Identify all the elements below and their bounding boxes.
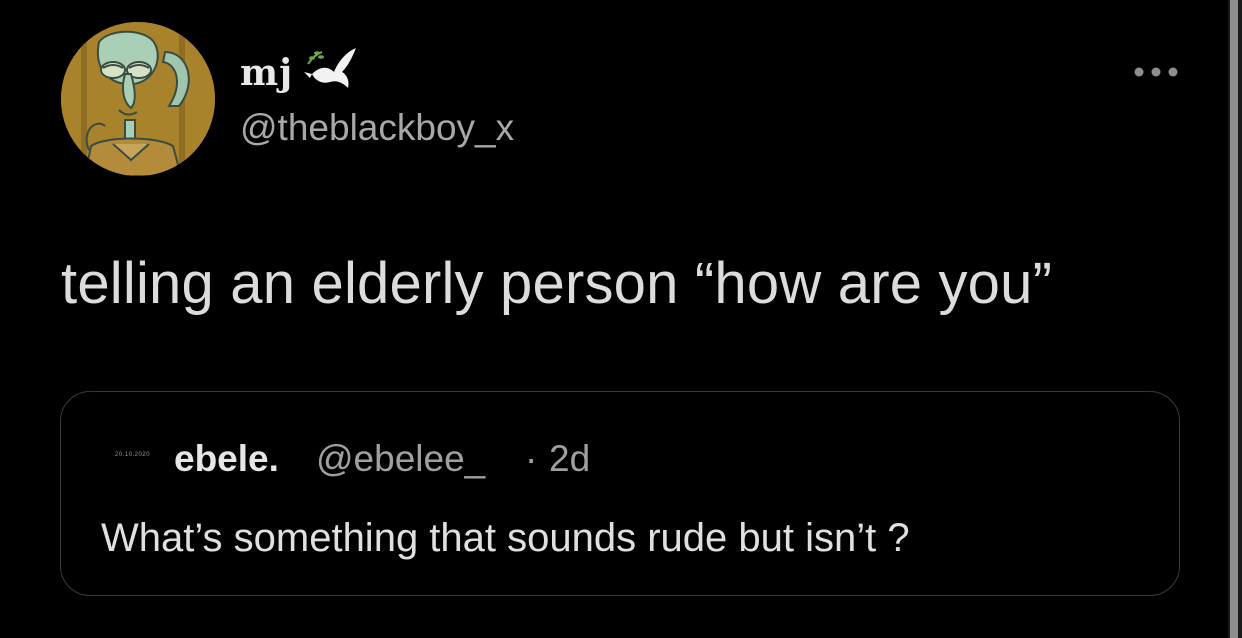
dove-icon (304, 48, 356, 88)
author-avatar[interactable] (61, 22, 215, 176)
tweet-body: telling an elderly person “how are you” (61, 251, 1053, 316)
scrollbar-track[interactable] (1228, 0, 1242, 638)
quoted-author-avatar[interactable]: 20.10.2020 (115, 452, 150, 458)
scrollbar-thumb[interactable] (1230, 0, 1238, 638)
quoted-timestamp[interactable]: 2d (549, 438, 590, 480)
author-handle[interactable]: @theblackboy_x (240, 107, 514, 149)
ellipsis-icon[interactable] (1134, 66, 1178, 78)
squidward-avatar-icon (61, 22, 215, 176)
quoted-tweet-card[interactable]: 20.10.2020 ebele. @ebelee_ · 2d What’s s… (60, 391, 1180, 596)
author-display-name[interactable]: mj (240, 52, 293, 94)
quoted-tweet-body: What’s something that sounds rude but is… (101, 516, 910, 560)
quoted-author-name[interactable]: ebele. (174, 438, 279, 480)
quoted-separator: · (525, 438, 538, 479)
quoted-author-handle[interactable]: @ebelee_ (316, 438, 485, 480)
